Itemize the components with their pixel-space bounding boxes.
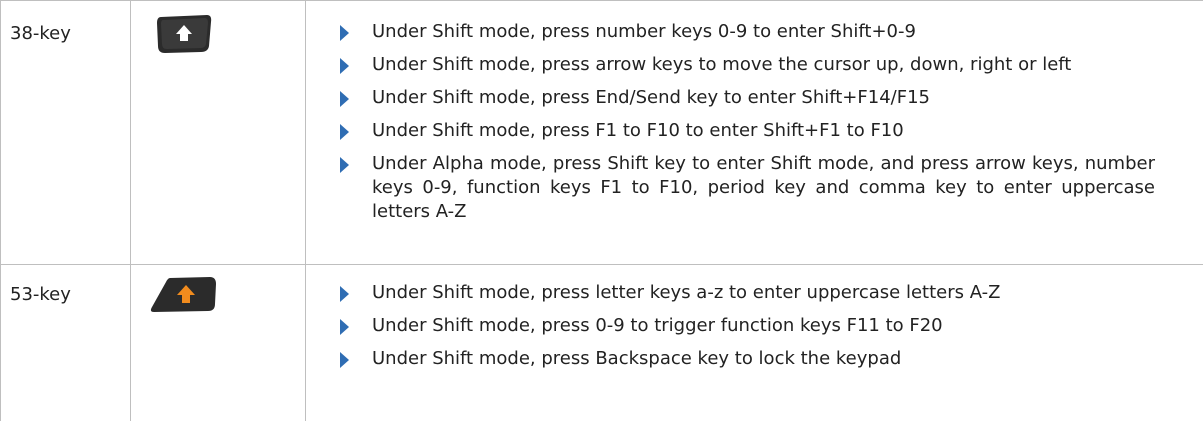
table-top-border: [0, 0, 1203, 1]
list-item: Under Shift mode, press End/Send key to …: [340, 86, 1155, 110]
shift-key-table: 38-key Under Shift mode, press number ke…: [0, 0, 1203, 421]
bullet-arrow-icon: [340, 319, 349, 335]
column-divider-1: [130, 0, 131, 421]
shift-key-orange-icon: [148, 274, 220, 318]
list-item: Under Shift mode, press letter keys a-z …: [340, 281, 1155, 305]
bullet-arrow-icon: [340, 286, 349, 302]
list-item: Under Shift mode, press number keys 0-9 …: [340, 20, 1155, 44]
row-divider: [0, 264, 1203, 265]
shift-key-black-icon: [155, 14, 213, 58]
list-item: Under Shift mode, press Backspace key to…: [340, 347, 1155, 371]
list-item: Under Shift mode, press 0-9 to trigger f…: [340, 314, 1155, 338]
bullet-arrow-icon: [340, 124, 349, 140]
bullet-list-38-key: Under Shift mode, press number keys 0-9 …: [340, 20, 1155, 233]
bullet-arrow-icon: [340, 91, 349, 107]
table-left-border: [0, 0, 1, 421]
column-divider-2: [305, 0, 306, 421]
list-item: Under Shift mode, press F1 to F10 to ent…: [340, 119, 1155, 143]
bullet-arrow-icon: [340, 58, 349, 74]
keypad-type-53: 53-key: [10, 284, 71, 305]
bullet-arrow-icon: [340, 25, 349, 41]
keypad-type-38: 38-key: [10, 23, 71, 44]
bullet-arrow-icon: [340, 352, 349, 368]
list-item: Under Alpha mode, press Shift key to ent…: [340, 152, 1155, 224]
list-item: Under Shift mode, press arrow keys to mo…: [340, 53, 1155, 77]
bullet-list-53-key: Under Shift mode, press letter keys a-z …: [340, 281, 1155, 380]
bullet-arrow-icon: [340, 157, 349, 173]
